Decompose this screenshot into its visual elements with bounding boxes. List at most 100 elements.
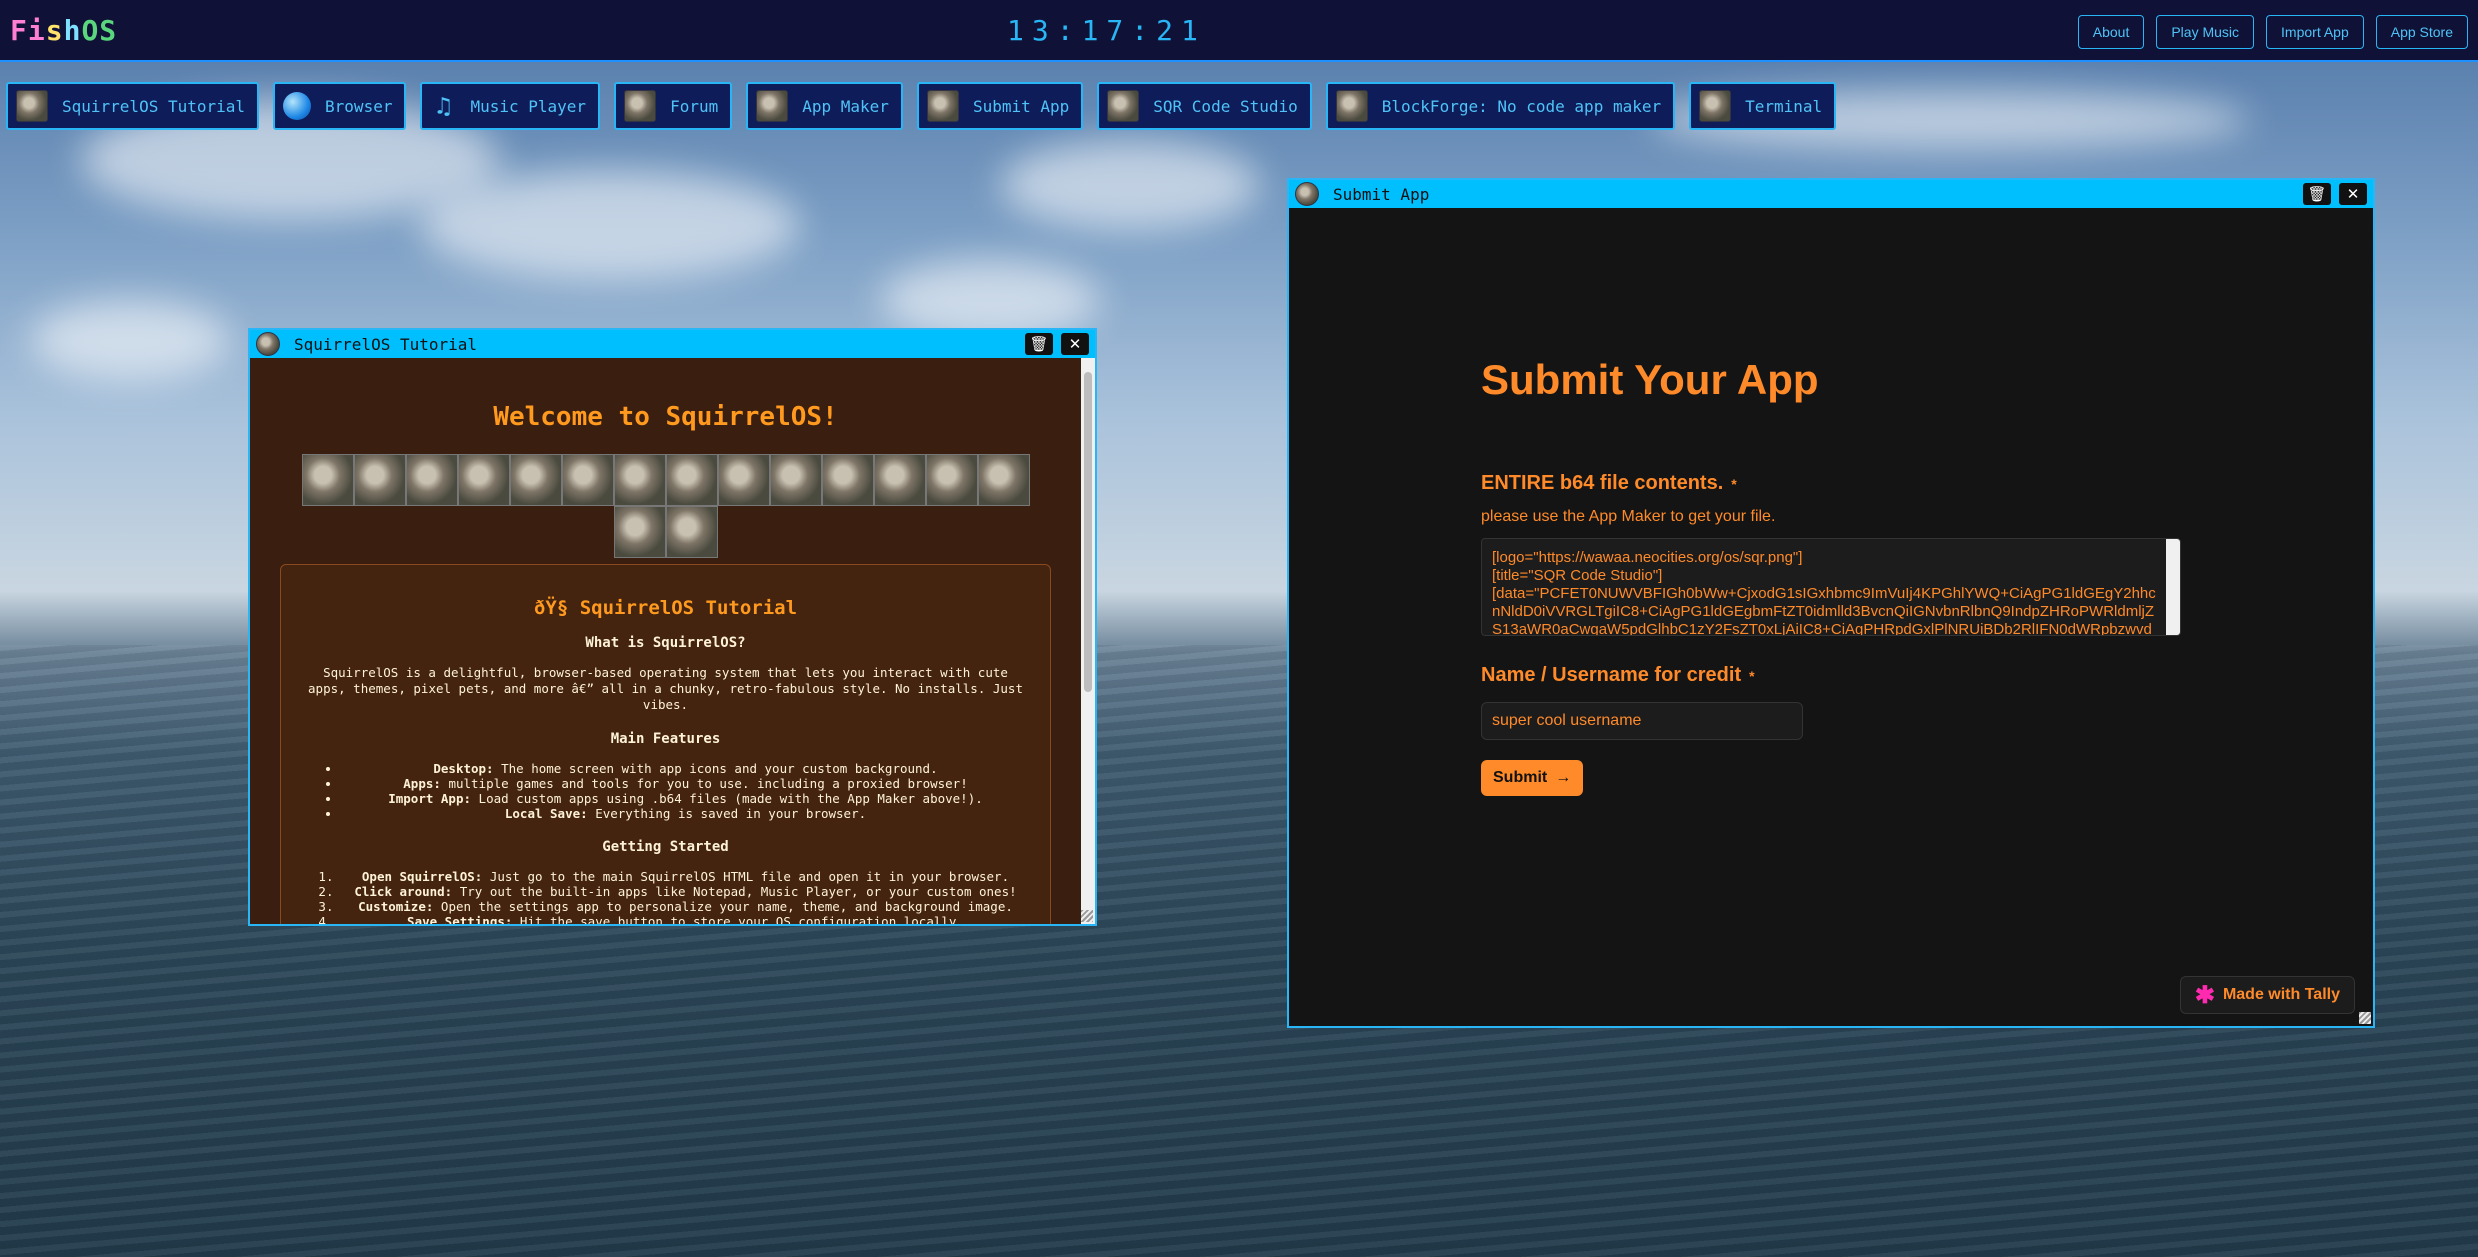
features-heading: Main Features: [610, 731, 721, 747]
b64-field-help: please use the App Maker to get your fil…: [1481, 508, 1776, 525]
taskbar-item-label: SquirrelOS Tutorial: [62, 96, 246, 116]
required-mark: *: [1731, 476, 1737, 492]
tally-label: Made with Tally: [2222, 986, 2340, 1003]
squirrel-image: [977, 454, 1030, 506]
taskbar-item-squirrelos-tutorial[interactable]: SquirrelOS Tutorial: [6, 82, 260, 130]
b64-field-label: ENTIRE b64 file contents. *: [1481, 472, 1737, 495]
taskbar-item-sqr-code-studio[interactable]: SQR Code Studio: [1097, 82, 1312, 130]
top-bar: FishOS 13:17:21 About Play Music Import …: [0, 0, 2478, 62]
submit-app-window: Submit App 🗑 ✕ Submit Your App ENTIRE b6…: [1287, 178, 2375, 1028]
b64-field-label-text: ENTIRE b64 file contents.: [1481, 472, 1724, 494]
taskbar-item-label: Browser: [325, 96, 393, 116]
squirrel-icon: [624, 90, 657, 122]
tutorial-card: ðŸ§ SquirrelOS Tutorial What is Squirrel…: [280, 564, 1051, 924]
squirrel-image: [769, 454, 822, 506]
taskbar-item-app-maker[interactable]: App Maker: [746, 82, 903, 130]
squirrel-image: [665, 454, 718, 506]
features-list: Desktop: The home screen with app icons …: [301, 761, 1030, 821]
submit-form: Submit Your App ENTIRE b64 file contents…: [1289, 208, 2373, 1026]
taskbar-item-label: BlockForge: No code app maker: [1381, 96, 1662, 116]
what-text: SquirrelOS is a delightful, browser-base…: [308, 665, 1023, 712]
taskbar-item-label: App Maker: [802, 96, 889, 116]
taskbar-item-browser[interactable]: Browser: [273, 82, 407, 130]
close-icon[interactable]: ✕: [1061, 333, 1089, 355]
logo-part: OS: [81, 14, 118, 47]
squirrel-image: [613, 506, 666, 558]
what-heading: What is SquirrelOS?: [585, 635, 746, 651]
arrow-right-icon: →: [1555, 769, 1572, 786]
taskbar-item-blockforge[interactable]: BlockForge: No code app maker: [1325, 82, 1676, 130]
taskbar-item-music-player[interactable]: ♫ Music Player: [420, 82, 601, 130]
b64-textarea[interactable]: [logo="https://wawaa.neocities.org/os/sq…: [1481, 538, 2181, 636]
list-item: Customize: Open the settings app to pers…: [341, 899, 1030, 914]
trash-icon[interactable]: 🗑: [1025, 333, 1053, 355]
clock: 13:17:21: [1007, 14, 1206, 47]
taskbar-item-forum[interactable]: Forum: [614, 82, 733, 130]
welcome-heading: Welcome to SquirrelOS!: [493, 402, 838, 432]
logo-part: h: [63, 14, 82, 47]
squirrel-image: [561, 454, 614, 506]
taskbar-item-label: Submit App: [972, 96, 1070, 116]
card-title: ðŸ§ SquirrelOS Tutorial: [533, 597, 798, 619]
start-heading: Getting Started: [602, 839, 729, 855]
squirrel-icon: [1107, 90, 1140, 122]
tutorial-scrollbar[interactable]: [1081, 358, 1095, 924]
app-taskbar: SquirrelOS Tutorial Browser ♫ Music Play…: [6, 82, 1837, 130]
username-field-label-text: Name / Username for credit: [1481, 664, 1742, 686]
app-store-button[interactable]: App Store: [2375, 15, 2468, 49]
squirrel-icon: [16, 90, 48, 122]
squirrel-image: [353, 454, 406, 506]
close-icon[interactable]: ✕: [2339, 183, 2367, 205]
trash-icon[interactable]: 🗑: [2303, 183, 2331, 205]
squirrel-image: [717, 454, 770, 506]
submit-button-label: Submit: [1493, 769, 1548, 786]
list-item: Save Settings: Hit the save button to st…: [341, 914, 1030, 924]
squirrel-icon: [1335, 90, 1368, 122]
username-input[interactable]: [1481, 702, 1803, 740]
squirrel-image: [301, 454, 354, 506]
import-app-button[interactable]: Import App: [2266, 15, 2364, 49]
list-item: Desktop: The home screen with app icons …: [341, 761, 1030, 776]
list-item: Local Save: Everything is saved in your …: [341, 806, 1030, 821]
squirrel-image: [457, 454, 510, 506]
squirrel-image: [665, 506, 718, 558]
tutorial-window-titlebar[interactable]: SquirrelOS Tutorial 🗑 ✕: [250, 330, 1095, 358]
logo-part: Fi: [10, 14, 46, 47]
fishos-logo: FishOS: [10, 14, 117, 47]
taskbar-item-terminal[interactable]: Terminal: [1689, 82, 1837, 130]
squirrel-image: [821, 454, 874, 506]
squirrel-icon: [1699, 90, 1732, 122]
steps-list: Open SquirrelOS: Just go to the main Squ…: [301, 869, 1030, 924]
resize-handle[interactable]: [2359, 1012, 2371, 1024]
taskbar-item-label: SQR Code Studio: [1153, 96, 1298, 116]
music-note-icon: ♫: [436, 92, 451, 120]
taskbar-item-label: Forum: [670, 96, 719, 116]
taskbar-item-submit-app[interactable]: Submit App: [916, 82, 1084, 130]
tutorial-window: SquirrelOS Tutorial 🗑 ✕ Welcome to Squir…: [248, 328, 1097, 926]
textarea-scrollbar[interactable]: [2166, 539, 2180, 635]
form-heading: Submit Your App: [1481, 356, 1819, 403]
squirrel-image: [925, 454, 978, 506]
submit-window-titlebar[interactable]: Submit App 🗑 ✕: [1289, 180, 2373, 208]
taskbar-item-label: Terminal: [1745, 96, 1823, 116]
squirrel-image: [613, 454, 666, 506]
list-item: Click around: Try out the built-in apps …: [341, 884, 1030, 899]
tutorial-content: Welcome to SquirrelOS! ðŸ§ SquirrelOS Tu…: [250, 358, 1081, 924]
play-music-button[interactable]: Play Music: [2156, 15, 2255, 49]
tally-star-icon: ✱: [2194, 981, 2215, 1009]
about-button[interactable]: About: [2077, 15, 2145, 49]
list-item: Import App: Load custom apps using .b64 …: [341, 791, 1030, 806]
taskbar-item-label: Music Player: [470, 96, 587, 116]
squirrel-icon: [756, 90, 789, 122]
required-mark: *: [1749, 668, 1755, 684]
squirrel-image-grid: [301, 454, 1031, 558]
squirrel-image: [509, 454, 562, 506]
made-with-tally-badge[interactable]: ✱ Made with Tally: [2179, 976, 2355, 1014]
b64-textarea-value: [logo="https://wawaa.neocities.org/os/sq…: [1492, 549, 2156, 636]
list-item: Open SquirrelOS: Just go to the main Squ…: [341, 869, 1030, 884]
squirrel-icon: [256, 332, 280, 356]
resize-handle[interactable]: [1081, 910, 1093, 922]
submit-button[interactable]: Submit →: [1481, 760, 1584, 796]
username-field-label: Name / Username for credit *: [1481, 664, 1755, 687]
squirrel-icon: [1295, 182, 1319, 206]
